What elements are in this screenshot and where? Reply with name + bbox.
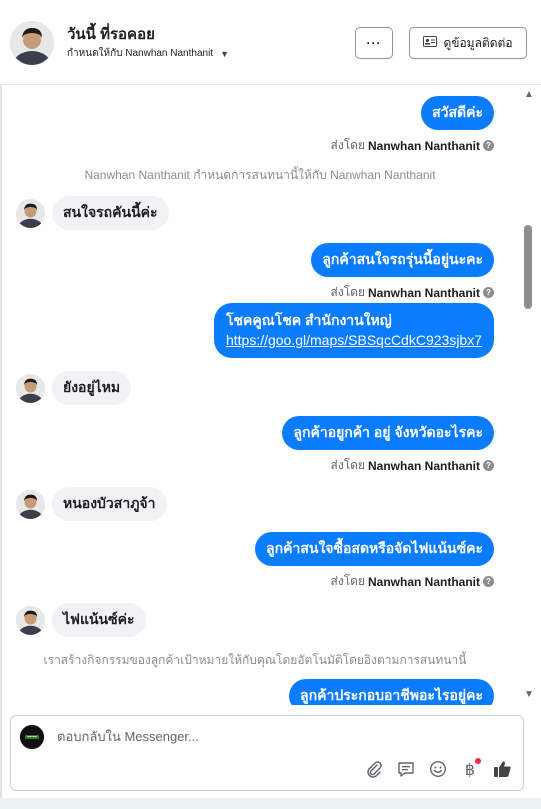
outgoing-message: สวัสดีค่ะ [421, 96, 494, 130]
contact-avatar [16, 489, 45, 519]
sent-by-label: ส่งโดย Nanwhan Nanthanit ? [331, 283, 494, 302]
view-contact-label: ดูข้อมูลติดต่อ [443, 35, 513, 50]
scroll-up-icon[interactable]: ▲ [524, 89, 534, 100]
saved-replies-icon[interactable] [395, 758, 417, 780]
map-link[interactable]: https://goo.gl/maps/SBSqcCdkC923sjbx7 [226, 332, 482, 348]
info-icon[interactable]: ? [483, 140, 494, 151]
sent-by-name: Nanwhan Nanthanit [367, 574, 480, 589]
contact-avatar [16, 373, 45, 403]
scroll-down-icon[interactable]: ▼ [524, 689, 534, 700]
reply-composer: ฿ [10, 715, 524, 791]
sent-by-name: Nanwhan Nanthanit [367, 138, 480, 153]
info-icon[interactable]: ? [483, 576, 494, 587]
page-avatar [20, 725, 44, 749]
reply-input[interactable] [55, 728, 499, 745]
thread-scrollbar[interactable]: ▲ ▼ [521, 85, 535, 705]
composer-toolbar: ฿ [363, 758, 513, 780]
more-options-label: ··· [366, 36, 382, 50]
contact-avatar[interactable] [10, 21, 54, 65]
contact-avatar [16, 198, 45, 228]
bottom-strip [0, 798, 541, 809]
contact-avatar [16, 605, 45, 635]
incoming-message: ยังอยู่ไหม [52, 371, 132, 405]
incoming-message: หนองบัวสาภูจ้า [52, 487, 167, 521]
sent-by-name: Nanwhan Nanthanit [367, 458, 480, 473]
more-options-button[interactable]: ··· [355, 27, 393, 59]
message-thread: สวัสดีค่ะ ส่งโดย Nanwhan Nanthanit ? Nan… [0, 85, 520, 705]
system-message: เราสร้างกิจกรรมของลูกค้าเป้าหมายให้กับคุ… [43, 653, 467, 667]
incoming-message: สนใจรถคันนี้ค่ะ [52, 196, 169, 230]
caret-down-icon: ▼ [220, 48, 230, 59]
sent-by-prefix: ส่งโดย [330, 138, 365, 152]
like-icon[interactable] [491, 758, 513, 780]
outgoing-message: ลูกค้าสนใจซื้อสดหรือจัดไฟแน้นซ์คะ [255, 532, 494, 566]
scroll-thumb[interactable] [524, 225, 532, 309]
sent-by-name: Nanwhan Nanthanit [367, 285, 480, 300]
incoming-message-row: ไฟแน้นซ์ค่ะ [16, 603, 146, 637]
incoming-message: ไฟแน้นซ์ค่ะ [52, 603, 146, 637]
outgoing-message: ลูกค้าอยูกค้า อยู่ จังหวัดอะไรคะ [282, 416, 494, 450]
sent-by-prefix: ส่งโดย [330, 458, 365, 472]
baht-icon[interactable]: ฿ [459, 758, 481, 780]
assignee-label: กำหนดให้กับ Nanwhan Nanthanit [67, 48, 214, 59]
incoming-message-row: สนใจรถคันนี้ค่ะ [16, 196, 169, 230]
sent-by-label: ส่งโดย Nanwhan Nanthanit ? [331, 572, 494, 591]
incoming-message-row: ยังอยู่ไหม [16, 371, 132, 405]
conversation-header: วันนี้ ที่รอคอย กำหนดให้กับ Nanwhan Nant… [0, 0, 541, 85]
sent-by-label: ส่งโดย Nanwhan Nanthanit ? [331, 136, 494, 155]
outgoing-location-message: โชคคูณโชค สำนักงานใหญ่ https://goo.gl/ma… [213, 303, 494, 358]
location-name: โชคคูณโชค สำนักงานใหญ่ [225, 312, 392, 328]
sent-by-prefix: ส่งโดย [330, 574, 365, 588]
assignee-dropdown[interactable]: กำหนดให้กับ Nanwhan Nanthanit ▼ [67, 46, 229, 61]
info-icon[interactable]: ? [483, 460, 494, 471]
contact-name: วันนี้ ที่รอคอย [67, 26, 155, 43]
sent-by-label: ส่งโดย Nanwhan Nanthanit ? [331, 456, 494, 475]
notification-dot [475, 758, 481, 764]
incoming-message-row: หนองบัวสาภูจ้า [16, 487, 167, 521]
outgoing-message: ลูกค้าประกอบอาชีพอะไรอยู่คะ [289, 679, 494, 705]
view-contact-button[interactable]: ดูข้อมูลติดต่อ [409, 27, 527, 59]
attach-icon[interactable] [363, 758, 385, 780]
contact-card-icon [423, 36, 438, 50]
system-message: Nanwhan Nanthanit กำหนดการสนทนานี้ให้กับ… [84, 168, 436, 182]
outgoing-message: ลูกค้าสนใจรถรุ่นนี้อยู่นะคะ [311, 243, 494, 277]
info-icon[interactable]: ? [483, 287, 494, 298]
sent-by-prefix: ส่งโดย [330, 285, 365, 299]
emoji-icon[interactable] [427, 758, 449, 780]
